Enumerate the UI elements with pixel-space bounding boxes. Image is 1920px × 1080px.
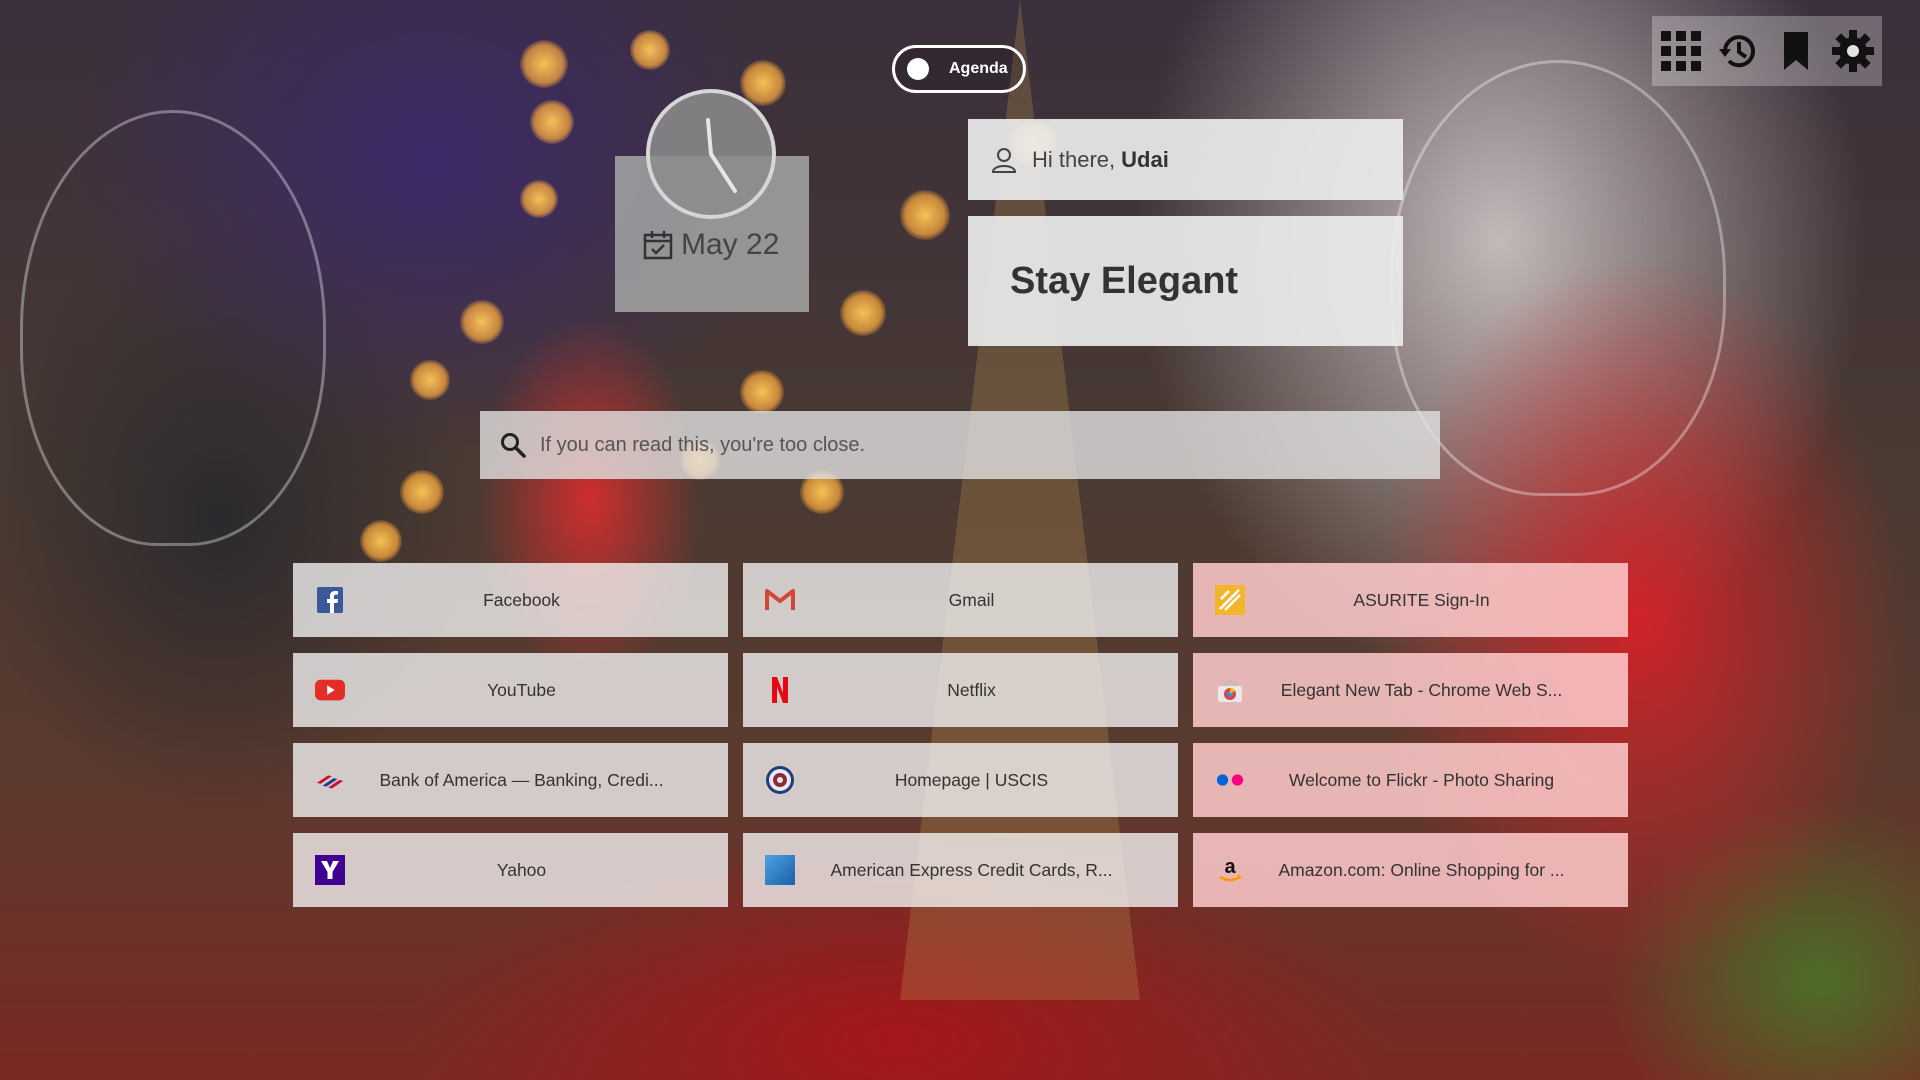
gear-icon[interactable] (1830, 28, 1876, 74)
motto-card: Stay Elegant (968, 216, 1403, 346)
youtube-icon (315, 675, 345, 705)
search-input[interactable] (538, 432, 1422, 458)
background-photo (0, 0, 1920, 1080)
date-display: May 22 (643, 228, 779, 262)
wine-glass (1390, 60, 1726, 496)
chrome-web-store-icon (1215, 675, 1245, 705)
toggle-knob (907, 58, 929, 80)
shortcut-netflix[interactable]: Netflix (743, 653, 1178, 727)
date-text: May 22 (681, 228, 780, 261)
shortcut-uscis[interactable]: Homepage | USCIS (743, 743, 1178, 817)
apps-grid-icon[interactable] (1658, 28, 1704, 74)
bokeh-light (530, 100, 574, 144)
shortcut-flickr[interactable]: Welcome to Flickr - Photo Sharing (1193, 743, 1628, 817)
bokeh-light (410, 360, 450, 400)
shortcut-youtube[interactable]: YouTube (293, 653, 728, 727)
bokeh-light (740, 370, 784, 414)
bokeh-light (360, 520, 402, 562)
shortcut-label: Amazon.com: Online Shopping for ... (1278, 859, 1565, 880)
shortcut-label: Elegant New Tab - Chrome Web S... (1280, 679, 1563, 700)
bokeh-light (630, 30, 670, 70)
top-toolbar (1652, 16, 1882, 86)
user-name[interactable]: Udai (1121, 147, 1169, 173)
bokeh-light (900, 190, 950, 240)
amazon-icon: a (1215, 855, 1245, 885)
yahoo-icon (315, 855, 345, 885)
bokeh-light (520, 180, 558, 218)
shortcut-facebook[interactable]: Facebook (293, 563, 728, 637)
flickr-icon (1215, 765, 1245, 795)
shortcut-label: YouTube (487, 679, 556, 700)
shortcut-label: ASURITE Sign-In (1353, 589, 1490, 610)
bokeh-light (840, 290, 886, 336)
user-icon (991, 147, 1017, 173)
bank-of-america-icon (315, 765, 345, 795)
agenda-toggle[interactable]: Agenda (892, 45, 1026, 93)
bokeh-light (400, 470, 444, 514)
shortcut-label: Bank of America — Banking, Credi... (379, 769, 664, 790)
asu-icon (1215, 585, 1245, 615)
search-bar (480, 411, 1440, 479)
bokeh-light (460, 300, 504, 344)
greeting-prefix: Hi there, (1032, 146, 1116, 172)
bokeh-light (520, 40, 568, 88)
uscis-seal-icon (765, 765, 795, 795)
shortcut-label: Gmail (948, 589, 995, 610)
minute-hand (709, 152, 737, 193)
calendar-check-icon (643, 231, 673, 260)
motto-text[interactable]: Stay Elegant (1010, 260, 1238, 303)
shortcut-chrome-web-store[interactable]: Elegant New Tab - Chrome Web S... (1193, 653, 1628, 727)
bookmark-icon[interactable] (1773, 28, 1819, 74)
shortcut-label: Netflix (947, 679, 996, 700)
gmail-icon (765, 585, 795, 615)
svg-text:a: a (1224, 856, 1236, 878)
search-icon[interactable] (500, 432, 526, 458)
shortcut-amazon[interactable]: a Amazon.com: Online Shopping for ... (1193, 833, 1628, 907)
amex-icon (765, 855, 795, 885)
shortcut-yahoo[interactable]: Yahoo (293, 833, 728, 907)
facebook-icon (315, 585, 345, 615)
greeting-card: Hi there, Udai (968, 119, 1403, 200)
shortcut-label: American Express Credit Cards, R... (830, 859, 1113, 880)
shortcut-asurite[interactable]: ASURITE Sign-In (1193, 563, 1628, 637)
shortcut-amex[interactable]: American Express Credit Cards, R... (743, 833, 1178, 907)
shortcut-label: Facebook (483, 589, 560, 610)
hour-hand (706, 118, 713, 156)
netflix-icon (765, 675, 795, 705)
shortcut-label: Yahoo (496, 859, 547, 880)
agenda-label: Agenda (949, 60, 1008, 77)
history-icon[interactable] (1715, 28, 1761, 74)
shortcut-bank-of-america[interactable]: Bank of America — Banking, Credi... (293, 743, 728, 817)
shortcut-gmail[interactable]: Gmail (743, 563, 1178, 637)
shortcut-label: Welcome to Flickr - Photo Sharing (1288, 769, 1555, 790)
wine-glass (20, 110, 326, 546)
analog-clock (646, 89, 776, 219)
shortcut-label: Homepage | USCIS (894, 769, 1049, 790)
